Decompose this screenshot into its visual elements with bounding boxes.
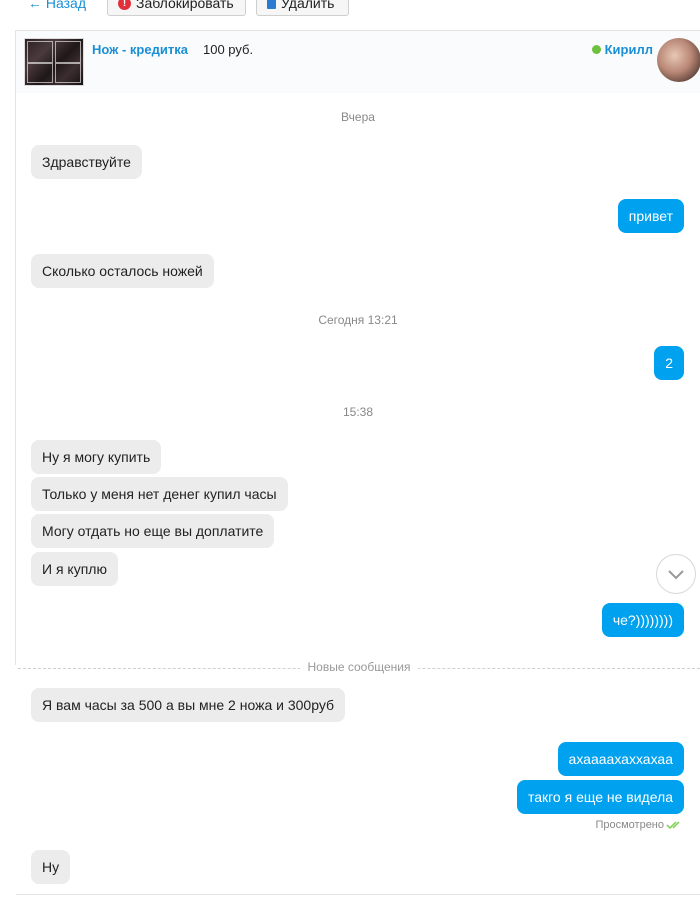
message-incoming: Ну [31, 850, 71, 884]
bottom-divider [16, 894, 700, 895]
time-separator: 15:38 [342, 405, 374, 419]
block-button[interactable]: ! Заблокировать [107, 0, 246, 16]
seen-indicator: Просмотрено [595, 819, 684, 831]
new-messages-label: Новые сообщения [299, 660, 419, 674]
message-outgoing: че?)))))))) [601, 603, 684, 637]
block-icon: ! [118, 0, 131, 10]
item-title-link[interactable]: Нож - кредитка [92, 42, 188, 57]
block-button-label: Заблокировать [136, 0, 234, 11]
message-incoming: И я куплю [31, 552, 118, 586]
message-outgoing: привет [617, 199, 684, 233]
message-outgoing: ахаааахаххахаа [557, 742, 684, 776]
back-link[interactable]: ← Назад [28, 0, 86, 11]
double-check-icon [666, 821, 680, 830]
date-separator-yesterday: Вчера [341, 110, 375, 124]
top-toolbar: ← Назад ! Заблокировать Удалить [0, 0, 700, 20]
date-separator-today: Сегодня 13:21 [318, 313, 398, 327]
seller-name: Кирилл [604, 42, 653, 57]
message-incoming: Сколько осталось ножей [31, 254, 214, 288]
chevron-down-icon [668, 570, 684, 580]
delete-button[interactable]: Удалить [256, 0, 349, 16]
online-status-icon [591, 45, 601, 54]
new-messages-divider: Новые сообщения [18, 660, 700, 676]
item-thumbnail[interactable] [24, 38, 84, 86]
message-incoming: Только у меня нет денег купил часы [31, 477, 288, 511]
message-incoming: Здравствуйте [31, 145, 142, 179]
message-incoming: Могу отдать но еще вы доплатите [31, 514, 275, 548]
trash-icon [267, 0, 276, 9]
message-incoming: Ну я могу купить [31, 440, 162, 474]
message-incoming: Я вам часы за 500 а вы мне 2 ножа и 300р… [31, 688, 346, 722]
seller-link[interactable]: Кирилл [591, 42, 653, 57]
message-outgoing: 2 [654, 346, 684, 380]
scroll-down-button[interactable] [656, 554, 696, 594]
avatar[interactable] [657, 38, 700, 82]
item-price: 100 руб. [203, 42, 254, 57]
delete-button-label: Удалить [281, 0, 335, 11]
seen-label: Просмотрено [595, 819, 664, 831]
message-outgoing: такго я еще не видела [516, 780, 684, 814]
chat-header: Нож - кредитка 100 руб. Кирилл [16, 31, 700, 93]
